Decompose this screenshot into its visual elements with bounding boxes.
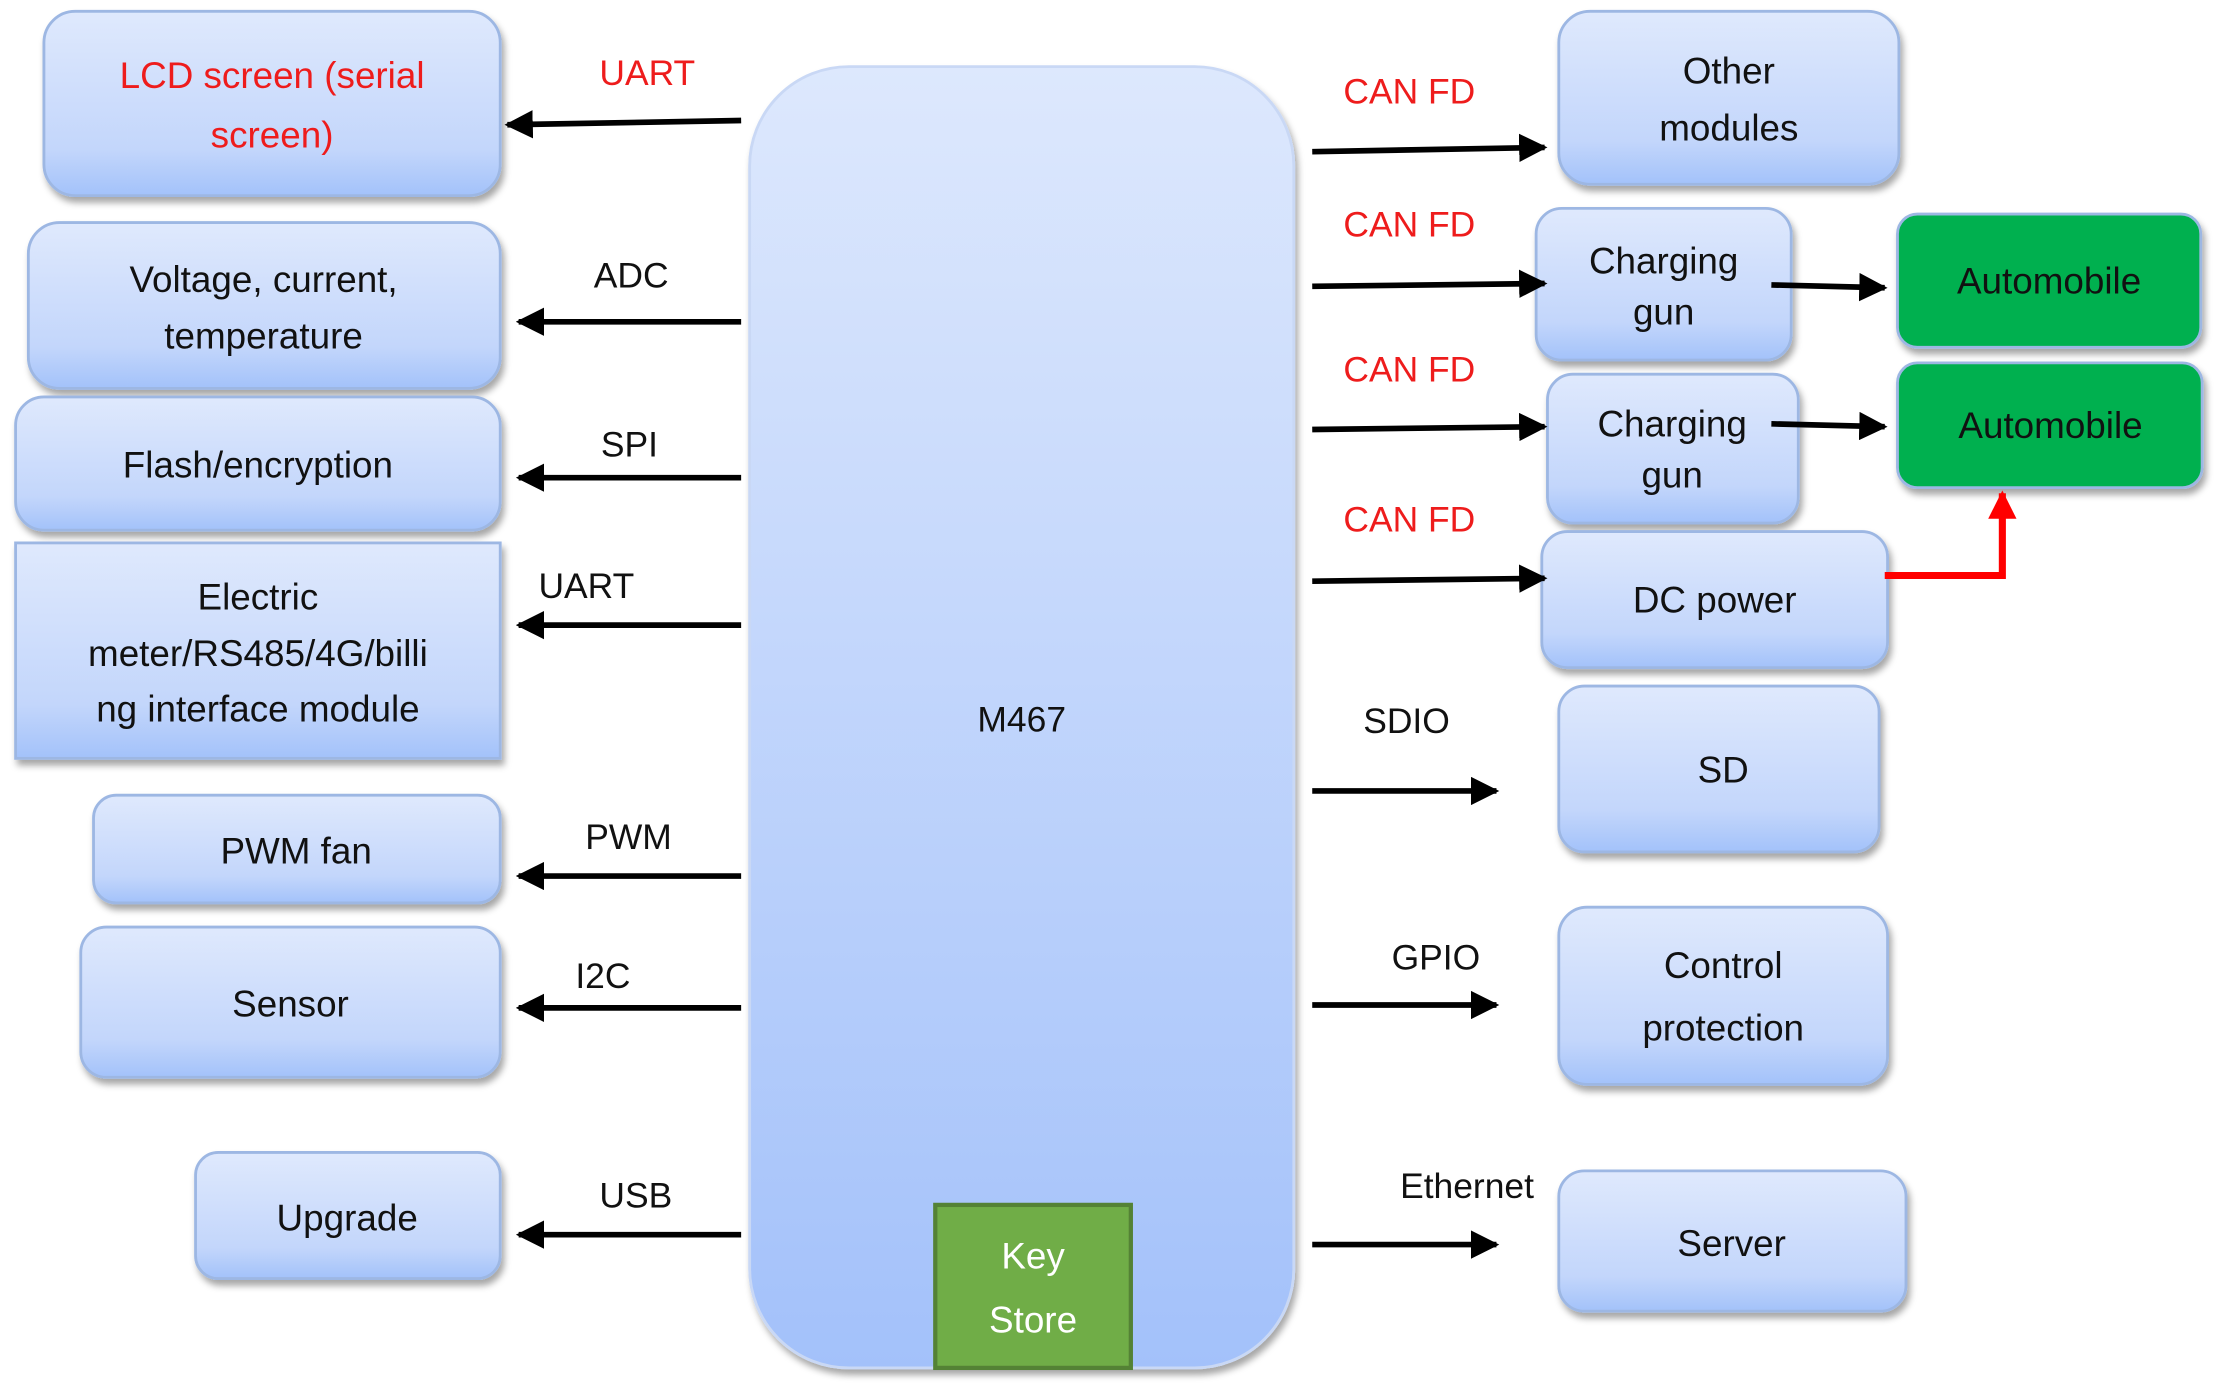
block-diagram: M467 Key Store LCD screen (serial screen… [14,9,2204,1371]
sensing-line-2: temperature [164,316,363,357]
interface-label-dcpower: CAN FD [1343,500,1475,540]
interface-label-fan: PWM [585,817,672,857]
right-block-sd: SD [1557,684,1881,854]
automobile-block-1: Automobile [1896,212,2203,349]
dcpower-line-1: DC power [1633,579,1797,620]
left-block-sensor: Sensor [79,925,502,1079]
right-block-dcpower: DC power [1540,530,1889,670]
interface-label-lcd: UART [599,53,695,93]
interface-label-meter: UART [538,566,634,606]
interface-label-sd: SDIO [1363,701,1450,741]
gun1-line-1: Charging [1589,241,1738,282]
interface-label-other: CAN FD [1343,71,1475,111]
right-block-server: Server [1557,1169,1908,1313]
meter-line-3: ng interface module [96,689,419,730]
meter-line-1: Electric [198,577,319,618]
gun1-line-2: gun [1633,292,1694,333]
gun2-line-1: Charging [1597,404,1746,445]
meter-line-2: meter/RS485/4G/billi [88,633,428,674]
arrow-gun1 [1312,269,1548,298]
sd-line-1: SD [1698,749,1749,790]
arrow-gun2-to-automobile [1771,411,1888,441]
sensor-line-1: Sensor [232,983,349,1024]
automobile-block-2: Automobile [1896,361,2204,490]
arrow-gun2 [1312,412,1548,442]
right-block-gun2: Charging gun [1546,372,1800,525]
interface-label-sensing: ADC [594,256,669,296]
control-line-1: Control [1664,945,1783,986]
arrow-lcd [504,110,742,139]
left-block-flash: Flash/encryption [14,395,502,532]
right-block-gun1: Charging gun [1534,206,1793,362]
key-store-block: Key Store [933,1202,1133,1371]
interface-label-gun2: CAN FD [1343,349,1475,389]
interface-label-sensor: I2C [575,956,630,996]
other-line-1: Other [1683,51,1775,92]
interface-label-upgrade: USB [599,1176,672,1216]
left-block-lcd: LCD screen (serial screen) [42,9,502,198]
left-block-meter: Electric meter/RS485/4G/billi ng interfa… [14,541,502,760]
server-line-1: Server [1677,1223,1785,1264]
right-block-other: Other modules [1557,9,1901,186]
left-block-upgrade: Upgrade [194,1151,502,1281]
key-store-line-1: Key [1001,1236,1065,1277]
interface-label-flash: SPI [601,424,658,464]
left-block-fan: PWM fan [92,793,502,905]
key-store-line-2: Store [989,1299,1077,1340]
flash-line-1: Flash/encryption [123,445,393,486]
mcu-label: M467 [977,699,1066,739]
automobile-1-label: Automobile [1957,260,2141,301]
arrow-dcpower [1312,564,1548,593]
interface-label-gun1: CAN FD [1343,205,1475,245]
left-block-sensing: Voltage, current, temperature [26,221,502,390]
control-line-2: protection [1642,1007,1804,1048]
interface-label-server: Ethernet [1400,1166,1534,1206]
power-link-dc-to-automobile [1884,490,2017,580]
right-block-control: Control protection [1557,905,1889,1086]
lcd-line-2: screen) [211,114,334,155]
sensing-line-1: Voltage, current, [129,259,397,300]
upgrade-line-1: Upgrade [277,1197,418,1238]
interface-label-control: GPIO [1392,938,1481,978]
fan-line-1: PWM fan [220,830,371,871]
automobile-2-label: Automobile [1958,405,2142,446]
arrow-other [1312,133,1548,163]
mcu-block: M467 Key Store [748,65,1296,1371]
gun2-line-2: gun [1641,455,1702,496]
other-line-2: modules [1659,107,1798,148]
arrow-gun1-to-automobile [1771,272,1888,302]
lcd-line-1: LCD screen (serial [120,55,425,96]
